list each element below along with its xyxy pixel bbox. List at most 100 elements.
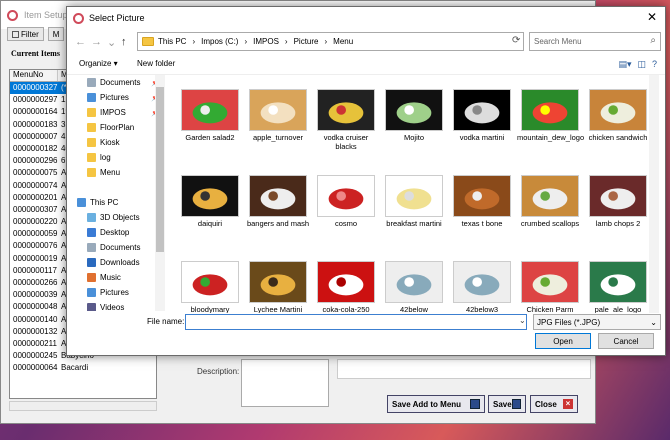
save-label: Save: [493, 399, 512, 409]
file-tile[interactable]: bangers and mash: [245, 175, 311, 228]
documents-icon: [87, 78, 96, 87]
navigation-scroll-thumb[interactable]: [156, 87, 164, 252]
nav-item[interactable]: FloorPlan: [73, 120, 164, 135]
preview-pane-icon[interactable]: ◫: [637, 59, 646, 70]
search-input[interactable]: Search Menu ⌕: [529, 32, 661, 51]
nav-item[interactable]: Pictures: [73, 285, 164, 300]
menu-no-cell: 0000000007: [13, 131, 58, 141]
file-tile[interactable]: apple_turnover: [245, 89, 311, 142]
file-name-input[interactable]: [185, 314, 527, 330]
dialog-close-icon[interactable]: ✕: [647, 10, 657, 24]
file-tile[interactable]: cosmo: [313, 175, 379, 228]
filter-label: Filter: [21, 29, 39, 39]
breadcrumb: This PC › Impos (C:) › IMPOS › Picture › Menu: [158, 37, 353, 46]
file-name: Chicken Parm: [526, 305, 574, 313]
nav-item[interactable]: Desktop: [73, 225, 164, 240]
file-name: crumbed scallops: [520, 219, 580, 228]
address-row: ← → ⌄ ↑ This PC › Impos (C:) › IMPOS › Picture…: [67, 29, 665, 55]
file-tile[interactable]: coka-cola-250: [313, 261, 379, 313]
save-add-to-menu-button[interactable]: Save Add to Menu: [387, 395, 485, 413]
nav-item[interactable]: Downloads: [73, 255, 164, 270]
nav-item-label: Documents: [100, 243, 141, 252]
back-arrow-icon[interactable]: ←: [75, 36, 86, 48]
cancel-button[interactable]: Cancel: [598, 333, 654, 349]
file-tile[interactable]: daiquiri: [177, 175, 243, 228]
image-thumbnail: [521, 175, 579, 217]
nav-item[interactable]: IMPOS📌: [73, 105, 164, 120]
nav-item-label: Desktop: [100, 228, 130, 237]
menu-no-cell: 0000000297: [13, 95, 58, 105]
nav-item[interactable]: Videos: [73, 300, 164, 311]
nav-item-label: Kiosk: [100, 138, 120, 147]
file-tile[interactable]: Garden salad2: [177, 89, 243, 142]
file-type-select[interactable]: JPG Files (*.JPG) ⌄: [533, 314, 661, 330]
file-tile[interactable]: breakfast martini: [381, 175, 447, 228]
address-bar[interactable]: This PC › Impos (C:) › IMPOS › Picture › Menu: [137, 32, 524, 51]
pictures-icon: [87, 93, 96, 102]
file-tile[interactable]: Mojito: [381, 89, 447, 142]
menu-no-cell: 0000000132: [13, 326, 58, 336]
forward-arrow-icon[interactable]: →: [91, 36, 102, 48]
file-tile[interactable]: chicken sandwich: [585, 89, 651, 142]
image-thumbnail: [317, 261, 375, 303]
folder-icon: [142, 37, 154, 46]
file-list-scrollbar[interactable]: [649, 75, 659, 313]
file-name-dropdown-icon[interactable]: ⌄: [519, 316, 526, 325]
filter-button[interactable]: Filter: [7, 27, 44, 41]
image-thumbnail: [385, 89, 443, 131]
file-tile[interactable]: 42below: [381, 261, 447, 313]
file-tile[interactable]: bloodymary: [177, 261, 243, 313]
search-icon: ⌕: [650, 35, 656, 46]
file-tile[interactable]: crumbed scallops: [517, 175, 583, 228]
items-table-scrollbar[interactable]: [9, 401, 157, 411]
folder-icon: [87, 138, 96, 147]
toolbar-second-button[interactable]: M: [47, 27, 65, 41]
nav-item[interactable]: Kiosk: [73, 135, 164, 150]
help-icon[interactable]: ?: [652, 59, 657, 70]
description-field[interactable]: [241, 359, 329, 407]
breadcrumb-item[interactable]: Picture: [294, 37, 319, 46]
secondary-field[interactable]: [337, 359, 591, 379]
nav-item[interactable]: Documents: [73, 240, 164, 255]
file-tile[interactable]: pale_ale_logo: [585, 261, 651, 313]
file-name: Garden salad2: [185, 133, 235, 142]
item-setup-toolbar: Filter M: [7, 27, 65, 43]
nav-item[interactable]: log: [73, 150, 164, 165]
nav-item[interactable]: Music: [73, 270, 164, 285]
refresh-icon[interactable]: ⟳: [512, 35, 520, 46]
organize-menu[interactable]: Organize ▾: [79, 59, 118, 68]
breadcrumb-item[interactable]: This PC: [158, 37, 186, 46]
nav-item[interactable]: This PC: [73, 195, 164, 210]
up-arrow-icon[interactable]: ↑: [121, 36, 127, 48]
file-tile[interactable]: Chicken Parm: [517, 261, 583, 313]
view-options-icon[interactable]: ▤▾: [618, 59, 631, 70]
close-button[interactable]: Close ×: [530, 395, 578, 413]
image-thumbnail: [385, 175, 443, 217]
file-tile[interactable]: texas t bone: [449, 175, 515, 228]
breadcrumb-item[interactable]: Menu: [333, 37, 353, 46]
new-folder-button[interactable]: New folder: [137, 59, 175, 68]
file-tile[interactable]: vodka cruiser blacks: [313, 89, 379, 151]
menu-no-cell: 0000000064: [13, 363, 58, 373]
save-button[interactable]: Save: [488, 395, 526, 413]
nav-item: [73, 180, 164, 195]
nav-item[interactable]: Pictures📌: [73, 90, 164, 105]
file-tile[interactable]: vodka martini: [449, 89, 515, 142]
menu-no-cell: 0000000296: [13, 156, 58, 166]
breadcrumb-item[interactable]: Impos (C:): [201, 37, 238, 46]
file-tile[interactable]: 42below3: [449, 261, 515, 313]
nav-item[interactable]: 3D Objects: [73, 210, 164, 225]
file-tile[interactable]: Lychee Martini: [245, 261, 311, 313]
col-header-menu-no[interactable]: MenuNo: [10, 70, 58, 81]
table-row[interactable]: 0000000064 Bacardi: [10, 362, 156, 374]
file-type-value: JPG Files (*.JPG): [537, 318, 601, 327]
folder-icon: [87, 153, 96, 162]
file-tile[interactable]: lamb chops 2: [585, 175, 651, 228]
download-icon: [87, 258, 96, 267]
nav-item[interactable]: Documents📌: [73, 75, 164, 90]
file-tile[interactable]: mountain_dew_logo: [517, 89, 584, 142]
nav-item[interactable]: Menu: [73, 165, 164, 180]
breadcrumb-item[interactable]: IMPOS: [253, 37, 279, 46]
open-button[interactable]: Open: [535, 333, 591, 349]
recent-chevron-icon[interactable]: ⌄: [107, 36, 116, 49]
